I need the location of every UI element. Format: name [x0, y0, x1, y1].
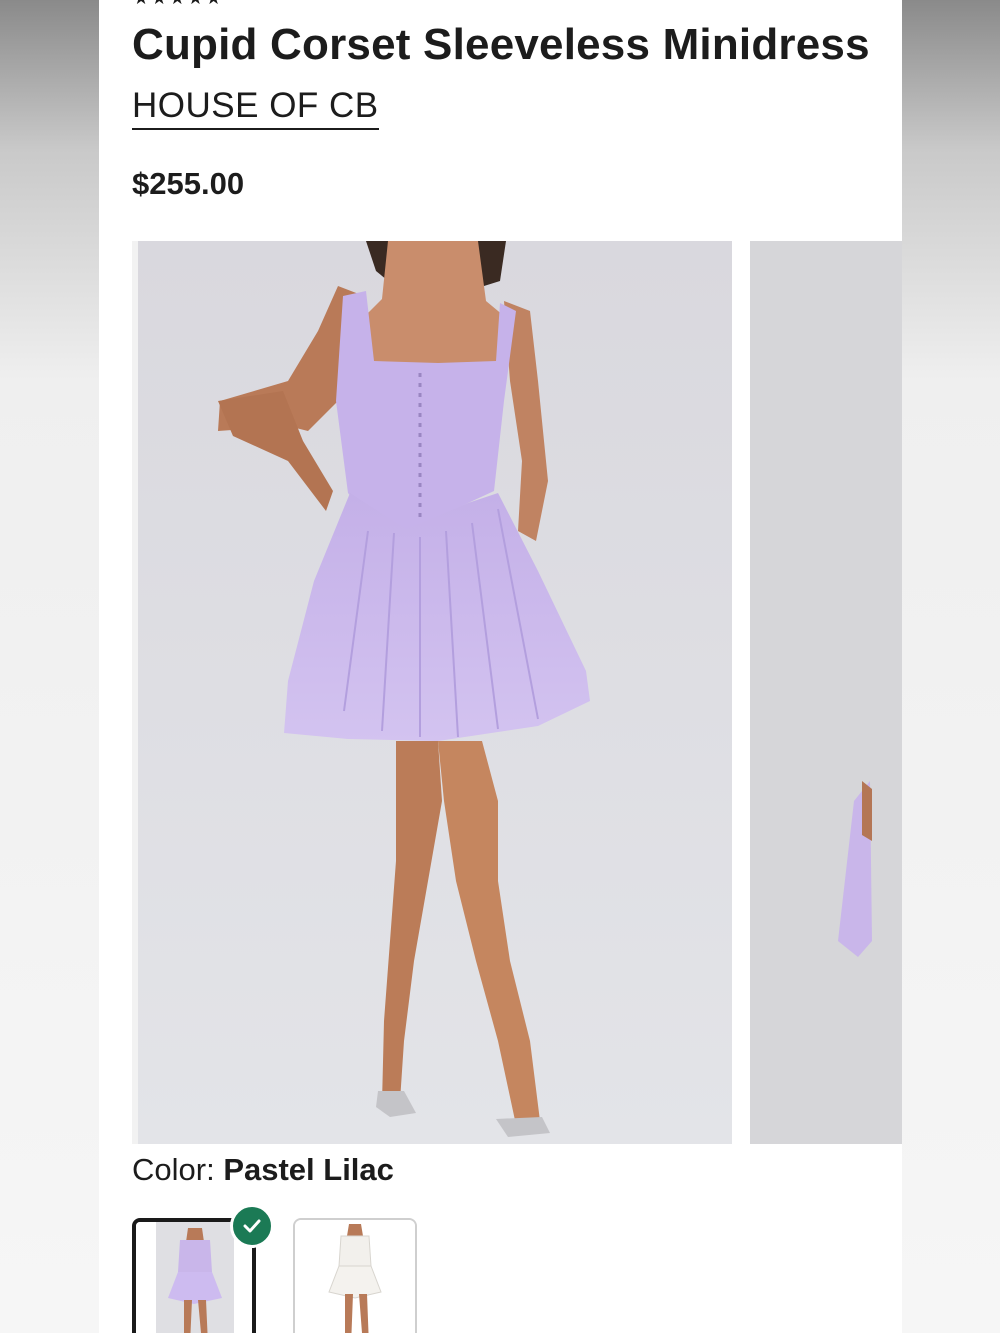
- image-carousel[interactable]: [132, 241, 902, 1144]
- selected-check-icon: [230, 1204, 274, 1248]
- product-image-next[interactable]: [750, 241, 902, 1144]
- product-title: Cupid Corset Sleeveless Minidress: [132, 20, 870, 69]
- product-price: $255.00: [132, 166, 245, 201]
- model-wearing-lilac-dress-image: [138, 241, 732, 1144]
- product-image-main[interactable]: [132, 241, 732, 1144]
- next-image-peek: [750, 241, 902, 1144]
- color-label: Color:: [132, 1152, 224, 1187]
- page-background-left: [0, 0, 99, 1333]
- color-swatch-white[interactable]: [293, 1218, 417, 1333]
- product-panel: ★★★★★ Cupid Corset Sleeveless Minidress …: [99, 0, 902, 1333]
- color-selector-label: Color: Pastel Lilac: [132, 1152, 394, 1188]
- color-value: Pastel Lilac: [223, 1152, 394, 1187]
- rating-stars[interactable]: ★★★★★: [133, 0, 224, 4]
- brand-link[interactable]: HOUSE OF CB: [132, 86, 379, 130]
- page-background-right: [902, 0, 1000, 1333]
- white-dress-thumbnail-icon: [295, 1220, 415, 1333]
